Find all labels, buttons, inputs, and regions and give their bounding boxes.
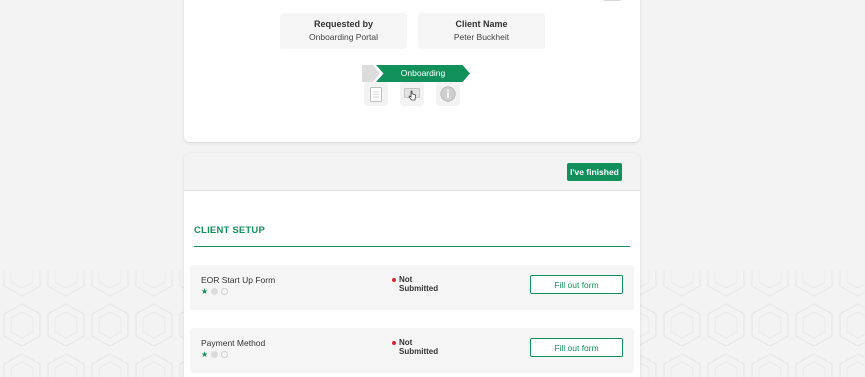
status-text: Not Submitted <box>399 275 459 293</box>
client-name-value: Peter Buckheit <box>453 32 510 42</box>
hand-pointer-icon[interactable] <box>400 82 424 106</box>
card-handle <box>602 0 622 1</box>
requested-by-box: Requested by Onboarding Portal <box>280 13 407 49</box>
document-icon[interactable] <box>364 82 388 106</box>
client-name-box: Client Name Peter Buckheit <box>418 13 545 49</box>
status-line-1: Not <box>399 338 413 347</box>
client-setup-card: I've finished CLIENT SETUP EOR Start Up … <box>184 153 640 377</box>
info-icon[interactable] <box>436 82 460 106</box>
rating-dot-empty-icon <box>221 351 229 358</box>
request-summary-card: Requested by Onboarding Portal Client Na… <box>184 0 640 142</box>
card-header: I've finished <box>184 153 640 191</box>
section-divider <box>194 246 630 247</box>
requested-by-value: Onboarding Portal <box>309 32 378 42</box>
pipeline-step-current[interactable]: Onboarding <box>376 65 470 82</box>
requested-by-label: Requested by <box>313 19 373 29</box>
star-icon: ★ <box>201 350 209 359</box>
form-name: Payment Method <box>201 338 266 348</box>
status-line-1: Not <box>399 275 413 284</box>
form-row-payment-method: Payment Method ★ Not Submitted Fill out … <box>190 328 634 373</box>
star-icon: ★ <box>201 287 209 296</box>
section-title: CLIENT SETUP <box>194 225 266 236</box>
rating-dot-empty-icon <box>221 288 229 295</box>
rating-dot-icon <box>211 351 219 358</box>
fill-out-form-button[interactable]: Fill out form <box>530 338 623 357</box>
status-dot-icon <box>392 278 396 282</box>
rating-dot-icon <box>211 288 219 295</box>
status-text: Not Submitted <box>399 338 459 356</box>
form-row-eor-start-up: EOR Start Up Form ★ Not Submitted Fill o… <box>190 265 634 310</box>
status-line-2: Submitted <box>399 347 439 356</box>
difficulty-rating: ★ <box>201 350 229 359</box>
status-dot-icon <box>392 341 396 345</box>
client-name-label: Client Name <box>455 19 508 29</box>
form-name: EOR Start Up Form <box>201 275 276 285</box>
fill-out-form-button[interactable]: Fill out form <box>530 275 623 294</box>
difficulty-rating: ★ <box>201 287 229 296</box>
finished-button[interactable]: I've finished <box>567 163 622 181</box>
pipeline-step-previous[interactable] <box>362 65 380 82</box>
status-line-2: Submitted <box>399 284 439 293</box>
